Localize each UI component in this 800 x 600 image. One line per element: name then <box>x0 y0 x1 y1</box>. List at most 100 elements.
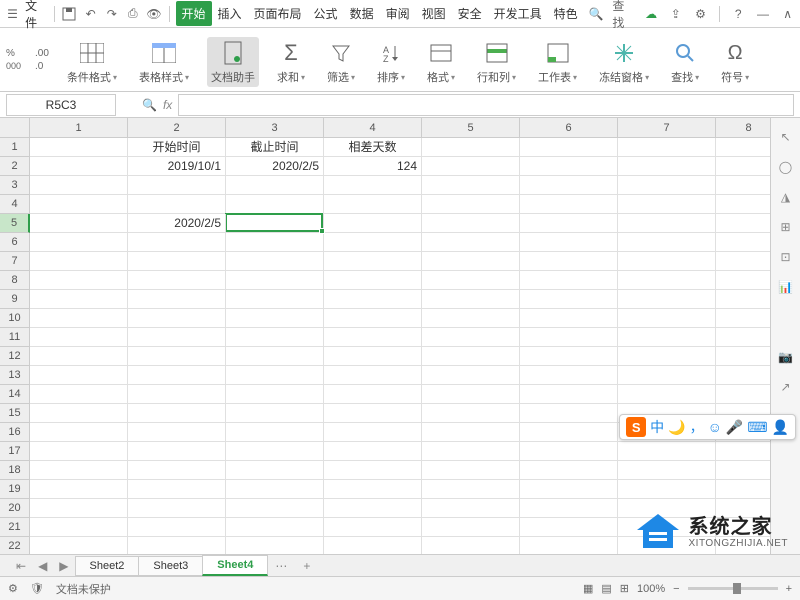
cell-value[interactable]: 2020/2/5 <box>128 214 226 233</box>
cell[interactable] <box>618 309 716 328</box>
smile-icon[interactable]: ☺ <box>708 419 722 435</box>
cursor-icon[interactable]: ↖ <box>777 128 795 146</box>
cell[interactable] <box>324 271 422 290</box>
cell[interactable] <box>30 176 128 195</box>
cell[interactable] <box>226 480 324 499</box>
cell[interactable] <box>618 195 716 214</box>
cell[interactable] <box>520 157 618 176</box>
hamburger-icon[interactable]: ☰ <box>4 5 21 23</box>
find-button[interactable]: 查找▾ <box>667 37 703 87</box>
cell-value[interactable]: 截止时间 <box>226 138 324 157</box>
cell[interactable] <box>422 480 520 499</box>
cell[interactable] <box>226 385 324 404</box>
row-header[interactable]: 16 <box>0 423 30 442</box>
cell[interactable] <box>422 461 520 480</box>
cell[interactable] <box>128 271 226 290</box>
cell[interactable] <box>520 423 618 442</box>
search-label[interactable]: 查找 <box>612 0 634 31</box>
decimal-group[interactable]: .00 .0 <box>35 32 49 87</box>
cell[interactable] <box>30 366 128 385</box>
tab-insert[interactable]: 插入 <box>212 1 248 26</box>
undo-icon[interactable]: ↶ <box>82 5 99 23</box>
cell[interactable] <box>422 252 520 271</box>
filter-button[interactable]: 筛选▾ <box>323 37 359 87</box>
cell[interactable] <box>226 195 324 214</box>
cell[interactable] <box>226 176 324 195</box>
cell-grid[interactable]: 开始时间截止时间相差天数2019/10/12020/2/51242020/2/5 <box>30 138 782 556</box>
cell[interactable] <box>128 233 226 252</box>
cell[interactable] <box>226 404 324 423</box>
options-icon[interactable]: ⚙ <box>8 582 18 595</box>
worksheet-button[interactable]: 工作表▾ <box>534 37 581 87</box>
select-all-corner[interactable] <box>0 118 30 138</box>
row-header[interactable]: 17 <box>0 442 30 461</box>
cell[interactable] <box>520 252 618 271</box>
cell[interactable] <box>618 290 716 309</box>
mic-icon[interactable]: 🎤 <box>726 419 743 436</box>
cell[interactable] <box>618 157 716 176</box>
cell[interactable] <box>422 176 520 195</box>
row-header[interactable]: 21 <box>0 518 30 537</box>
symbol-button[interactable]: Ω 符号▾ <box>717 37 753 87</box>
cell[interactable] <box>324 347 422 366</box>
cell[interactable] <box>30 233 128 252</box>
chart-icon[interactable]: 📊 <box>777 278 795 296</box>
col-header[interactable]: 7 <box>618 118 716 138</box>
cell[interactable] <box>128 480 226 499</box>
number-format-group[interactable]: % 000 <box>6 32 21 87</box>
keyboard-icon[interactable]: ⌨ <box>747 419 767 436</box>
cell[interactable] <box>30 461 128 480</box>
cell[interactable] <box>128 309 226 328</box>
cell[interactable] <box>226 442 324 461</box>
tab-view[interactable]: 视图 <box>416 1 452 26</box>
sum-button[interactable]: Σ 求和▾ <box>273 37 309 87</box>
cell[interactable] <box>30 271 128 290</box>
cell[interactable] <box>128 423 226 442</box>
cell[interactable] <box>128 252 226 271</box>
col-header[interactable]: 2 <box>128 118 226 138</box>
cell-value[interactable]: 2019/10/1 <box>128 157 226 176</box>
prev-sheet-icon[interactable]: ◀ <box>32 559 53 573</box>
tab-review[interactable]: 审阅 <box>380 1 416 26</box>
doc-helper-button[interactable]: 文档助手 <box>207 37 259 87</box>
cell[interactable] <box>30 347 128 366</box>
cell[interactable] <box>422 385 520 404</box>
share-icon[interactable]: ⇪ <box>667 5 684 23</box>
cell[interactable] <box>324 423 422 442</box>
tab-layout[interactable]: 页面布局 <box>248 1 308 26</box>
lookup-icon[interactable]: 🔍 <box>142 98 157 112</box>
cell[interactable] <box>128 404 226 423</box>
cell[interactable] <box>618 138 716 157</box>
col-header[interactable]: 5 <box>422 118 520 138</box>
cell[interactable] <box>128 366 226 385</box>
format-button[interactable]: 格式▾ <box>423 37 459 87</box>
cell[interactable] <box>30 290 128 309</box>
zoom-slider[interactable] <box>688 587 778 590</box>
cell[interactable] <box>422 347 520 366</box>
tab-formula[interactable]: 公式 <box>308 1 344 26</box>
cell[interactable] <box>520 404 618 423</box>
cell[interactable] <box>618 461 716 480</box>
cell[interactable] <box>422 366 520 385</box>
row-header[interactable]: 10 <box>0 309 30 328</box>
row-header[interactable]: 1 <box>0 138 30 157</box>
cell[interactable] <box>618 176 716 195</box>
cell[interactable] <box>422 442 520 461</box>
cell[interactable] <box>226 347 324 366</box>
sheet-tab[interactable]: Sheet3 <box>138 556 203 576</box>
cell[interactable] <box>520 461 618 480</box>
add-sheet-button[interactable]: + <box>295 559 318 573</box>
cell[interactable] <box>226 290 324 309</box>
cell[interactable] <box>324 195 422 214</box>
cell[interactable] <box>618 385 716 404</box>
save-icon[interactable] <box>61 5 78 23</box>
cell-value[interactable]: 124 <box>324 157 422 176</box>
cell[interactable] <box>618 271 716 290</box>
cell[interactable] <box>520 518 618 537</box>
view-normal-icon[interactable]: ▦ <box>583 582 593 595</box>
help-icon[interactable]: ? <box>730 5 747 23</box>
cell[interactable] <box>618 347 716 366</box>
row-header[interactable]: 15 <box>0 404 30 423</box>
cell[interactable] <box>324 385 422 404</box>
circle-icon[interactable]: ◯ <box>777 158 795 176</box>
